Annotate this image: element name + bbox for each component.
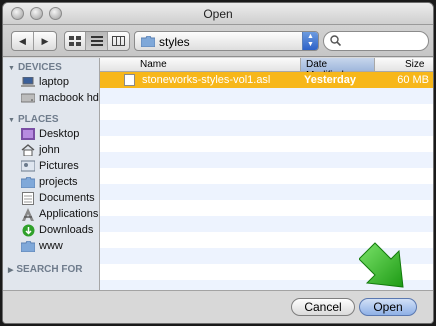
disclosure-triangle-icon: ▼	[8, 65, 15, 72]
documents-icon	[21, 191, 35, 205]
column-date-modified[interactable]: Date Modified▼	[300, 58, 375, 81]
list-view-icon	[90, 36, 103, 46]
column-view-icon	[111, 36, 125, 46]
search-field[interactable]	[323, 31, 429, 51]
desktop-icon	[21, 127, 35, 141]
sidebar-item-pictures[interactable]: Pictures	[21, 158, 79, 174]
sidebar: ▼ DEVICES laptop macbook hd ▼ PLACES Deskt…	[3, 58, 100, 290]
icon-view-icon	[69, 36, 82, 46]
file-size: 60 MB	[397, 74, 429, 86]
sidebar-item-macbook-hd[interactable]: macbook hd	[21, 90, 99, 106]
path-label: styles	[159, 35, 190, 49]
title-bar: Open	[3, 3, 433, 25]
empty-row	[100, 104, 433, 120]
window-title: Open	[203, 7, 233, 21]
icon-view-button[interactable]	[65, 32, 87, 50]
disclosure-triangle-icon: ▼	[8, 117, 15, 124]
empty-row	[100, 136, 433, 152]
downloads-icon	[21, 223, 35, 237]
empty-row	[100, 152, 433, 168]
empty-row	[100, 184, 433, 200]
sidebar-item-applications[interactable]: Applications	[21, 206, 98, 222]
sidebar-item-projects[interactable]: projects	[21, 174, 78, 190]
applications-icon	[21, 207, 35, 221]
empty-row	[100, 216, 433, 232]
sidebar-item-john[interactable]: john	[21, 142, 60, 158]
empty-row	[100, 88, 433, 104]
search-icon	[330, 35, 341, 46]
folder-icon	[141, 36, 155, 47]
empty-row	[100, 200, 433, 216]
back-button[interactable]: ◀	[12, 32, 35, 50]
column-view-button[interactable]	[108, 32, 129, 50]
column-size[interactable]: Size	[405, 59, 424, 70]
sidebar-item-downloads[interactable]: Downloads	[21, 222, 93, 238]
hard-drive-icon	[21, 91, 35, 105]
folder-icon	[21, 239, 35, 253]
sidebar-item-www[interactable]: www	[21, 238, 63, 254]
file-row[interactable]: stoneworks-styles-vol1.asl Yesterday 60 …	[100, 72, 433, 88]
button-bar: Cancel Open	[3, 290, 433, 323]
empty-row	[100, 120, 433, 136]
file-icon	[124, 74, 135, 86]
column-name[interactable]: Name	[140, 59, 167, 70]
toolbar: ◀ ▶ styles ▲ ▼	[3, 25, 433, 57]
home-icon	[21, 143, 35, 157]
search-input[interactable]	[344, 34, 424, 48]
list-view-button[interactable]	[86, 32, 108, 50]
sidebar-item-laptop[interactable]: laptop	[21, 74, 69, 90]
open-button[interactable]: Open	[359, 298, 417, 316]
path-popup[interactable]: styles ▲ ▼	[134, 31, 319, 51]
column-header: Name Date Modified▼ Size	[100, 58, 433, 81]
navigation-buttons: ◀ ▶	[11, 31, 57, 51]
section-places[interactable]: ▼ PLACES	[8, 114, 59, 125]
cancel-button[interactable]: Cancel	[291, 298, 355, 316]
section-search-for[interactable]: ▶ SEARCH FOR	[8, 264, 83, 275]
empty-row	[100, 168, 433, 184]
view-mode-buttons	[64, 31, 130, 51]
path-popup-arrows-icon: ▲ ▼	[302, 32, 318, 50]
section-devices[interactable]: ▼ DEVICES	[8, 62, 62, 73]
laptop-icon	[21, 75, 35, 89]
disclosure-triangle-icon: ▶	[8, 267, 14, 274]
pictures-icon	[21, 159, 35, 173]
sidebar-item-documents[interactable]: Documents	[21, 190, 95, 206]
sidebar-item-desktop[interactable]: Desktop	[21, 126, 79, 142]
green-arrow-icon	[359, 242, 404, 288]
file-date: Yesterday	[304, 74, 356, 86]
file-name: stoneworks-styles-vol1.asl	[142, 74, 271, 86]
forward-button[interactable]: ▶	[34, 32, 56, 50]
open-dialog: Open ◀ ▶ styles ▲ ▼ ▼ DEVICES laptop mac…	[2, 2, 434, 324]
folder-icon	[21, 175, 35, 189]
